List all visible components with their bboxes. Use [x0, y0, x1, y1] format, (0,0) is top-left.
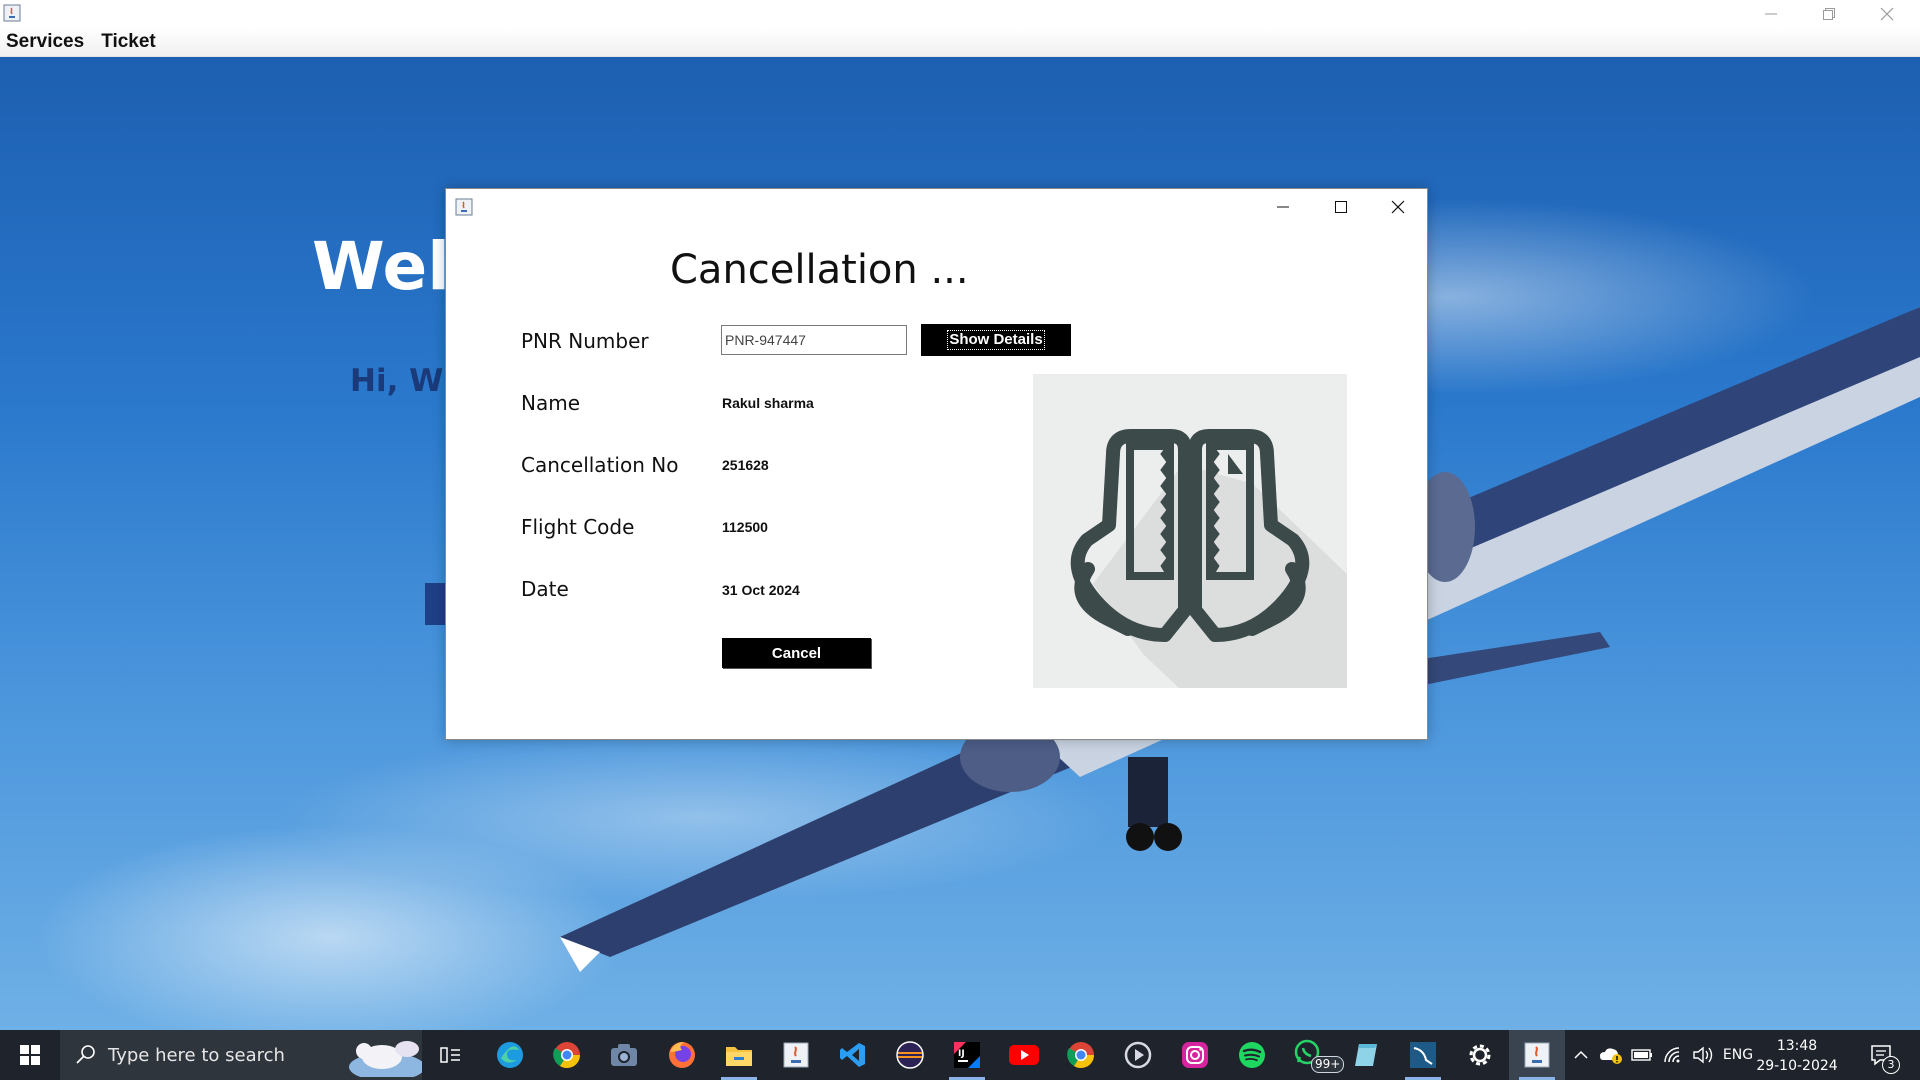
- notepad-icon: [1355, 1044, 1377, 1066]
- name-value: Rakul sharma: [722, 395, 814, 411]
- minimize-icon: [1277, 206, 1289, 208]
- search-highlight-image: [349, 1041, 422, 1077]
- java-icon: [3, 4, 21, 22]
- flight-code-value: 112500: [722, 519, 768, 535]
- tray-language[interactable]: ENG: [1720, 1030, 1756, 1080]
- vscode-icon: [840, 1043, 865, 1067]
- taskbar-intellij[interactable]: IJ: [939, 1030, 995, 1080]
- java-icon: [455, 198, 473, 216]
- dialog-maximize-button[interactable]: [1312, 189, 1370, 225]
- date-label: Date: [521, 577, 569, 601]
- intellij-icon: IJ: [954, 1042, 980, 1068]
- taskbar-chrome-2[interactable]: [1053, 1030, 1109, 1080]
- taskbar-settings[interactable]: [1452, 1030, 1508, 1080]
- close-button[interactable]: [1858, 0, 1916, 28]
- play-icon: [1124, 1041, 1152, 1069]
- tray-overflow-button[interactable]: [1568, 1030, 1594, 1080]
- taskbar-file-explorer[interactable]: [711, 1030, 767, 1080]
- speaker-icon: [1693, 1046, 1713, 1064]
- close-icon: [1391, 200, 1405, 214]
- java-icon: [783, 1042, 809, 1068]
- dialog-heading: Cancellation ...: [670, 247, 969, 293]
- flight-code-label: Flight Code: [521, 515, 635, 539]
- name-label: Name: [521, 391, 581, 415]
- taskbar-media-player[interactable]: [1110, 1030, 1166, 1080]
- taskbar-spotify[interactable]: [1224, 1030, 1280, 1080]
- taskbar-firefox[interactable]: [654, 1030, 710, 1080]
- mysql-workbench-icon: [1410, 1042, 1436, 1068]
- taskbar: Type here to search IJ 99+ ENG 13:48 29-…: [0, 1030, 1920, 1080]
- restore-button[interactable]: [1800, 0, 1858, 28]
- dialog-titlebar: [446, 189, 1427, 225]
- menu-ticket[interactable]: Ticket: [101, 31, 156, 53]
- chevron-up-icon: [1574, 1050, 1588, 1059]
- cancellation-no-label: Cancellation No: [521, 453, 679, 477]
- taskbar-whatsapp[interactable]: 99+: [1281, 1030, 1345, 1080]
- maximize-icon: [1335, 201, 1347, 213]
- tray-onedrive[interactable]: [1596, 1030, 1626, 1080]
- cancellation-dialog: Cancellation ... PNR Number Show Details…: [445, 188, 1428, 740]
- taskbar-notepad[interactable]: [1338, 1030, 1394, 1080]
- task-view-button[interactable]: [423, 1030, 479, 1080]
- close-icon: [1880, 7, 1894, 21]
- tray-volume[interactable]: [1688, 1030, 1718, 1080]
- minimize-icon: [1765, 13, 1777, 15]
- eclipse-icon: [896, 1041, 924, 1069]
- app-titlebar: [0, 0, 1920, 28]
- menu-services[interactable]: Services: [6, 31, 84, 53]
- tray-battery[interactable]: [1627, 1030, 1657, 1080]
- show-details-label: Show Details: [947, 330, 1045, 350]
- taskbar-eclipse[interactable]: [882, 1030, 938, 1080]
- edge-icon: [497, 1042, 523, 1068]
- taskbar-mysql-workbench[interactable]: [1395, 1030, 1451, 1080]
- taskbar-edge[interactable]: [482, 1030, 538, 1080]
- wifi-icon: [1664, 1047, 1680, 1063]
- youtube-icon: [1009, 1045, 1039, 1065]
- spotify-icon: [1239, 1042, 1265, 1068]
- pnr-input[interactable]: [721, 325, 907, 355]
- clock-date: 29-10-2024: [1756, 1058, 1838, 1074]
- svg-text:IJ: IJ: [958, 1049, 965, 1059]
- dialog-close-button[interactable]: [1369, 189, 1427, 225]
- notification-center-button[interactable]: 3: [1862, 1030, 1902, 1080]
- instagram-icon: [1182, 1042, 1208, 1068]
- taskbar-chrome[interactable]: [539, 1030, 595, 1080]
- cancel-button[interactable]: Cancel: [722, 638, 871, 668]
- taskbar-camera[interactable]: [596, 1030, 652, 1080]
- cancellation-no-value: 251628: [722, 457, 769, 473]
- menu-bar: Services Ticket: [0, 28, 1920, 57]
- battery-icon: [1631, 1049, 1652, 1061]
- cloud-warning-icon: [1600, 1048, 1622, 1064]
- clock-time: 13:48: [1776, 1038, 1818, 1054]
- windows-icon: [20, 1045, 40, 1065]
- start-button[interactable]: [2, 1030, 58, 1080]
- tray-wifi[interactable]: [1658, 1030, 1688, 1080]
- search-placeholder: Type here to search: [108, 1044, 285, 1066]
- task-view-icon: [440, 1047, 460, 1063]
- torn-ticket-icon: [1033, 374, 1347, 688]
- restore-icon: [1823, 8, 1835, 20]
- taskbar-instagram[interactable]: [1167, 1030, 1223, 1080]
- pnr-label: PNR Number: [521, 329, 649, 353]
- taskbar-java[interactable]: [768, 1030, 824, 1080]
- taskbar-vscode[interactable]: [825, 1030, 881, 1080]
- firefox-icon: [669, 1042, 695, 1068]
- date-value: 31 Oct 2024: [722, 582, 800, 598]
- chrome-icon: [1067, 1042, 1095, 1069]
- search-icon: [76, 1045, 95, 1064]
- gear-icon: [1469, 1044, 1491, 1066]
- minimize-button[interactable]: [1742, 0, 1800, 28]
- taskbar-search-box[interactable]: Type here to search: [60, 1030, 422, 1080]
- taskbar-java-app[interactable]: [1509, 1030, 1565, 1080]
- show-details-button[interactable]: Show Details: [921, 324, 1071, 356]
- java-icon: [1524, 1042, 1550, 1068]
- notification-count: 3: [1882, 1056, 1900, 1074]
- folder-icon: [726, 1047, 752, 1066]
- chrome-icon: [553, 1042, 581, 1069]
- taskbar-clock[interactable]: 13:48 29-10-2024: [1755, 1036, 1839, 1076]
- dialog-minimize-button[interactable]: [1254, 189, 1312, 225]
- taskbar-youtube[interactable]: [996, 1030, 1052, 1080]
- camera-icon: [611, 1044, 637, 1066]
